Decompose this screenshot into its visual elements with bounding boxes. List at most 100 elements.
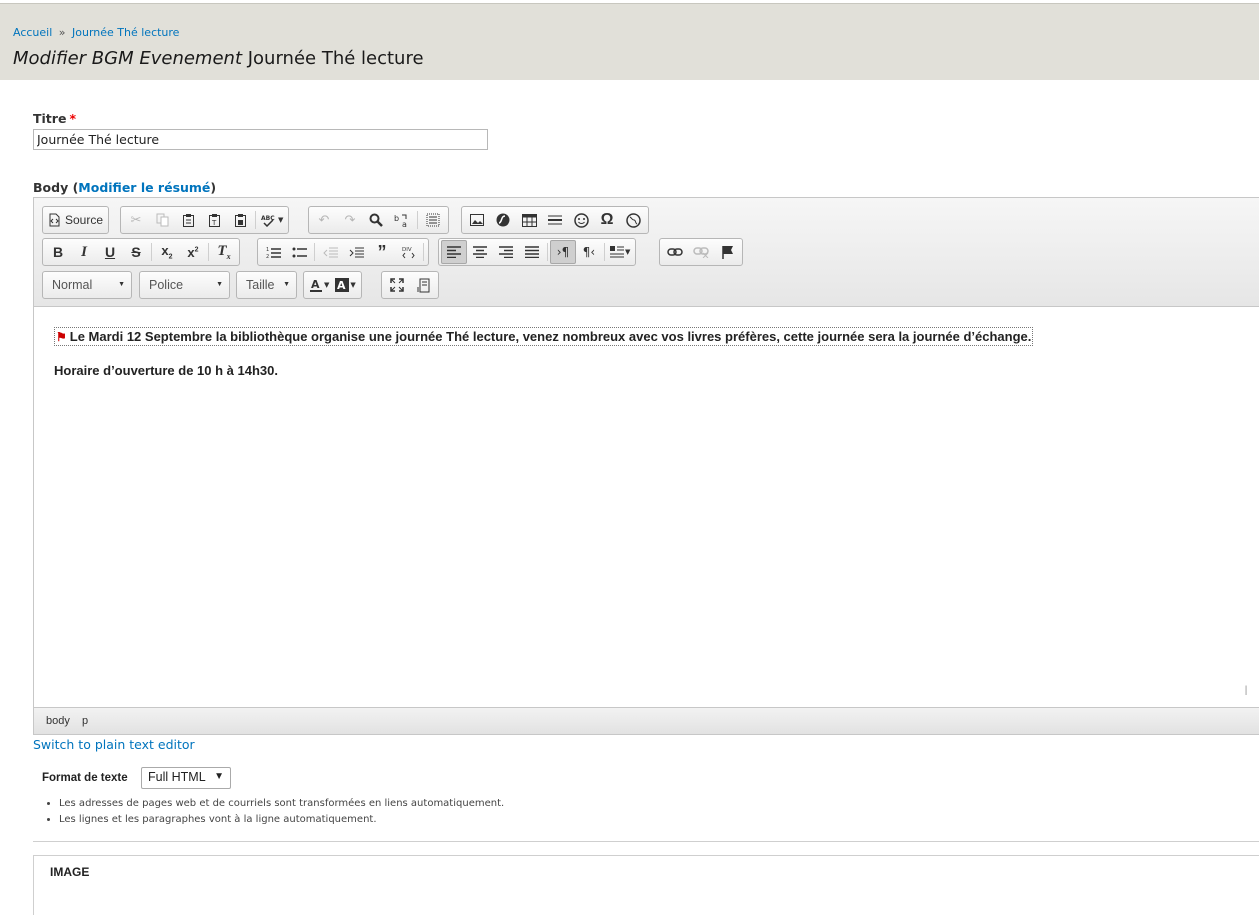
- replace-button[interactable]: ba: [389, 208, 415, 232]
- text-format-tip: Les lignes et les paragraphes vont à la …: [59, 812, 504, 828]
- quote-icon: ”: [377, 241, 387, 262]
- source-button[interactable]: Source: [45, 208, 106, 232]
- editor-statusbar: body p: [34, 707, 1259, 734]
- element-path-p[interactable]: p: [82, 715, 88, 727]
- toolbar-separator: [423, 243, 424, 261]
- paste-text-button[interactable]: T: [201, 208, 227, 232]
- numbered-list-button[interactable]: 12: [260, 240, 286, 264]
- toolbar-separator: [151, 243, 152, 261]
- text-direction-ltr-button[interactable]: ›¶: [550, 240, 576, 264]
- superscript-icon: x2: [187, 244, 199, 260]
- indent-button[interactable]: [343, 240, 369, 264]
- source-icon: [49, 213, 60, 227]
- format-dropdown[interactable]: Normal ▼: [42, 271, 132, 299]
- replace-icon: ba: [394, 214, 407, 228]
- find-button[interactable]: [363, 208, 389, 232]
- editor-content[interactable]: ⚑ Le Mardi 12 Septembre la bibliothèque o…: [34, 307, 1259, 707]
- outdent-button[interactable]: [317, 240, 343, 264]
- globe-icon: [625, 212, 641, 228]
- paste-button[interactable]: [175, 208, 201, 232]
- flash-icon: [496, 213, 510, 227]
- edit-summary-link[interactable]: Modifier le résumé: [78, 180, 210, 195]
- numbered-list-icon: 12: [266, 247, 281, 259]
- subscript-button[interactable]: x2: [154, 240, 180, 264]
- link-button[interactable]: [662, 240, 688, 264]
- cut-button[interactable]: ✂: [123, 208, 149, 232]
- image-button[interactable]: [464, 208, 490, 232]
- paste-word-button[interactable]: [227, 208, 253, 232]
- title-input[interactable]: [33, 129, 488, 150]
- unlink-button[interactable]: [688, 240, 714, 264]
- rtl-icon: ¶‹: [582, 245, 596, 259]
- italic-button[interactable]: I: [71, 240, 97, 264]
- smiley-icon: [573, 212, 589, 228]
- justify-button[interactable]: [519, 240, 545, 264]
- toolbar-separator: [255, 211, 256, 229]
- paste-word-icon: [234, 213, 246, 227]
- chevron-down-icon: ▼: [625, 248, 631, 256]
- bold-button[interactable]: B: [45, 240, 71, 264]
- toolbar-group-basicstyles: B I U S x2 x2 Tx: [42, 238, 240, 266]
- align-center-button[interactable]: [467, 240, 493, 264]
- undo-icon: ↶: [318, 212, 330, 228]
- rich-text-editor: Source ✂ T ABC ▼ ↶ ↷ ba Ω B I U S x2 x2 …: [33, 197, 1259, 735]
- scissors-icon: ✂: [130, 212, 142, 228]
- content-paragraph[interactable]: ⚑ Le Mardi 12 Septembre la bibliothèque o…: [54, 327, 1034, 346]
- font-dropdown[interactable]: Police ▼: [139, 271, 230, 299]
- text-direction-rtl-button[interactable]: ¶‹: [576, 240, 602, 264]
- text-color-button[interactable]: A ▼: [306, 273, 332, 297]
- body-label-close-paren: ): [210, 180, 217, 195]
- bulleted-list-button[interactable]: [286, 240, 312, 264]
- breadcrumb-separator: »: [58, 26, 66, 39]
- align-left-button[interactable]: [441, 240, 467, 264]
- copy-button[interactable]: [149, 208, 175, 232]
- flash-button[interactable]: [490, 208, 516, 232]
- switch-plain-text-link[interactable]: Switch to plain text editor: [33, 737, 195, 752]
- background-color-button[interactable]: A ▼: [332, 273, 358, 297]
- strike-button[interactable]: S: [123, 240, 149, 264]
- justify-icon: [525, 246, 539, 258]
- chevron-down-icon: ▼: [214, 771, 224, 782]
- toolbar-group-tools: [381, 271, 439, 299]
- align-center-icon: [473, 246, 487, 258]
- content-paragraph[interactable]: Horaire d’ouverture de 10 h à 14h30.: [54, 363, 278, 378]
- horizontal-rule-button[interactable]: [542, 208, 568, 232]
- blockquote-button[interactable]: ”: [369, 240, 395, 264]
- subscript-icon: x2: [161, 243, 173, 261]
- chevron-down-icon: ▼: [216, 281, 223, 288]
- show-blocks-icon: [417, 278, 429, 292]
- maximize-button[interactable]: [384, 273, 410, 297]
- spellcheck-icon: ABC: [261, 215, 275, 227]
- bulleted-list-icon: [292, 247, 307, 257]
- breadcrumb-home-link[interactable]: Accueil: [13, 26, 52, 39]
- breadcrumb-current-link[interactable]: Journée Thé lecture: [72, 26, 179, 39]
- toolbar-group-colors: A ▼ A ▼: [303, 271, 362, 299]
- size-dropdown[interactable]: Taille ▼: [236, 271, 297, 299]
- text-format-select[interactable]: Full HTML ▼: [141, 767, 231, 789]
- underline-button[interactable]: U: [97, 240, 123, 264]
- iframe-button[interactable]: [620, 208, 646, 232]
- align-right-button[interactable]: [493, 240, 519, 264]
- redo-button[interactable]: ↷: [337, 208, 363, 232]
- toolbar-group-clipboard: ✂ T ABC ▼: [120, 206, 290, 234]
- undo-button[interactable]: ↶: [311, 208, 337, 232]
- spellcheck-button[interactable]: ABC ▼: [258, 208, 286, 232]
- paragraph-1-text: Le Mardi 12 Septembre la bibliothèque or…: [69, 329, 1032, 344]
- image-section: IMAGE: [33, 855, 1259, 915]
- language-button[interactable]: ▼: [607, 240, 633, 264]
- special-char-button[interactable]: Ω: [594, 208, 620, 232]
- superscript-button[interactable]: x2: [180, 240, 206, 264]
- anchor-button[interactable]: [714, 240, 740, 264]
- show-blocks-button[interactable]: [410, 273, 436, 297]
- toolbar-separator: [417, 211, 418, 229]
- required-mark: *: [69, 111, 76, 126]
- element-path-body[interactable]: body: [46, 715, 70, 727]
- create-div-button[interactable]: DIV: [395, 240, 421, 264]
- chevron-down-icon: ▼: [283, 281, 290, 288]
- smiley-button[interactable]: [568, 208, 594, 232]
- title-label-text: Titre: [33, 111, 67, 126]
- table-button[interactable]: [516, 208, 542, 232]
- svg-text:2: 2: [266, 254, 269, 259]
- remove-format-button[interactable]: Tx: [211, 240, 237, 264]
- select-all-button[interactable]: [420, 208, 446, 232]
